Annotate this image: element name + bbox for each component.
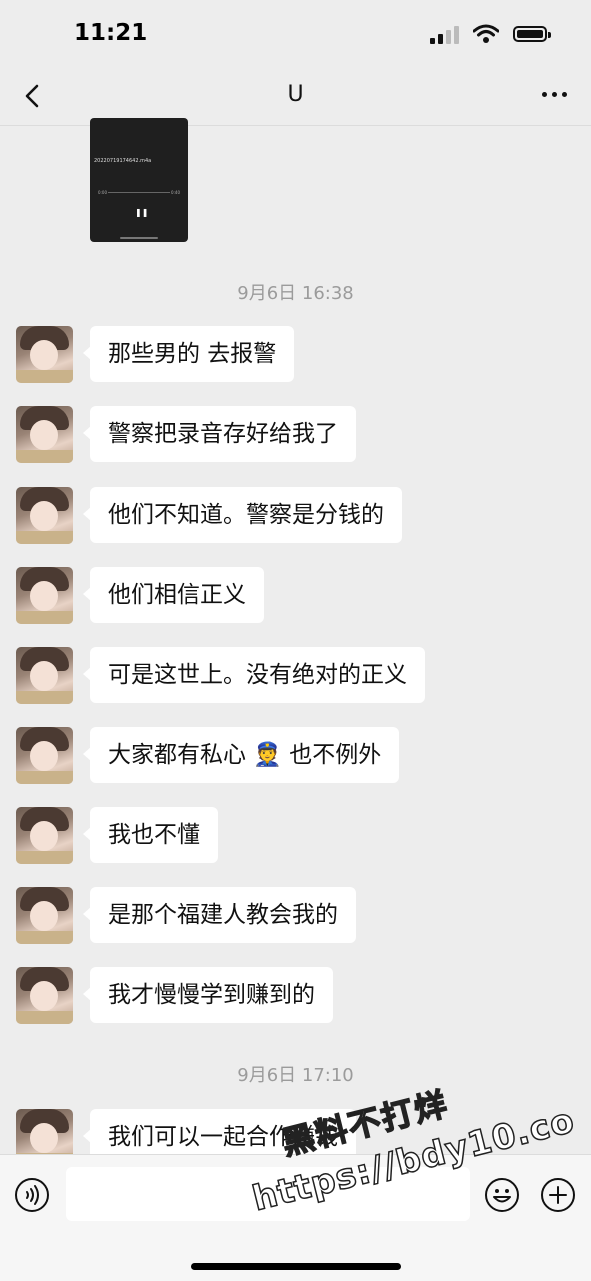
audio-time-current: 0:00 [98, 190, 107, 195]
message-bubble[interactable]: 警察把录音存好给我了 [83, 406, 356, 462]
avatar[interactable] [16, 406, 73, 463]
avatar[interactable] [16, 727, 73, 784]
status-icons [430, 24, 551, 44]
message-bubble[interactable]: 我才慢慢学到赚到的 [83, 967, 333, 1023]
avatar[interactable] [16, 807, 73, 864]
message-bubble[interactable]: 那些男的 去报警 [82, 326, 295, 382]
chat-timestamp: 9月6日 16:38 [237, 283, 354, 304]
card-home-bar [120, 237, 158, 239]
audio-filename: 20220719174642.m4a [94, 158, 152, 164]
plus-icon[interactable] [540, 1177, 576, 1213]
emoji-icon[interactable] [484, 1177, 520, 1213]
voice-input-icon[interactable] [14, 1177, 50, 1213]
audio-file-message[interactable]: 20220719174642.m4a 0:00 0:40 ❚❚ [90, 118, 188, 242]
message-bubble[interactable]: 我也不懂 [83, 807, 218, 863]
message-bubble[interactable]: 可是这世上。没有绝对的正义 [83, 647, 425, 703]
message-bubble[interactable]: 大家都有私心 👮 也不例外 [82, 727, 400, 783]
avatar[interactable] [16, 647, 73, 704]
avatar[interactable] [16, 887, 73, 944]
chat-timestamp: 9月6日 17:10 [237, 1065, 354, 1086]
avatar[interactable] [16, 326, 73, 383]
message-bubble[interactable]: 他们相信正义 [83, 567, 264, 623]
more-options-icon[interactable] [542, 92, 567, 97]
cellular-signal-icon [430, 24, 459, 44]
message-bubble[interactable]: 他们不知道。警察是分钱的 [83, 487, 402, 543]
avatar[interactable] [16, 487, 73, 544]
home-indicator [191, 1263, 401, 1270]
chat-input-bar [0, 1154, 591, 1281]
audio-time-total: 0:40 [171, 190, 180, 195]
avatar[interactable] [16, 967, 73, 1024]
pause-icon[interactable]: ❚❚ [135, 208, 148, 217]
audio-progress-track[interactable] [108, 192, 170, 193]
chat-header: U [0, 70, 591, 126]
battery-icon [513, 26, 551, 42]
message-input[interactable] [66, 1167, 470, 1221]
wifi-icon [473, 24, 499, 43]
message-bubble[interactable]: 是那个福建人教会我的 [83, 887, 356, 943]
avatar[interactable] [16, 567, 73, 624]
status-time: 11:21 [74, 20, 148, 46]
chat-title: U [287, 82, 304, 107]
status-bar: 11:21 [0, 0, 591, 70]
